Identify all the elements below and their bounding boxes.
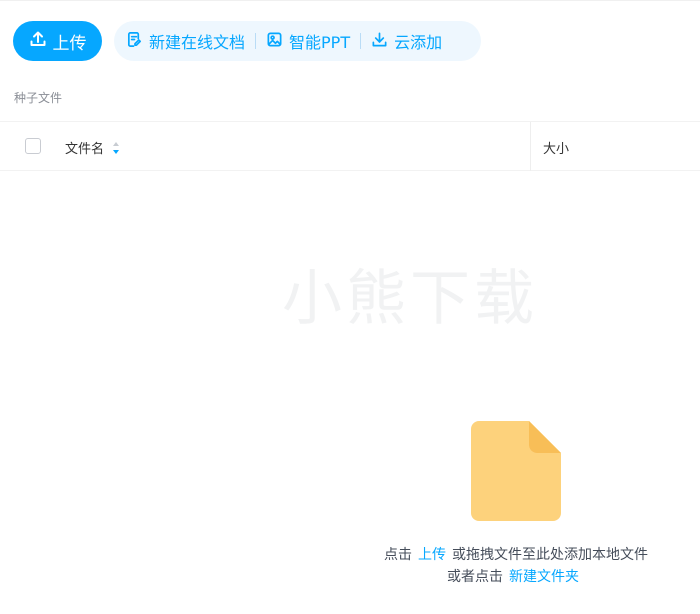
download-icon <box>371 31 388 52</box>
empty-file-icon <box>471 421 561 521</box>
sort-icon[interactable] <box>112 141 120 155</box>
cloud-add-label: 云添加 <box>394 33 443 52</box>
breadcrumb-current: 种子文件 <box>14 91 63 105</box>
new-folder-link[interactable]: 新建文件夹 <box>509 569 579 585</box>
empty-state-line-2: 或者点击 新建文件夹 <box>0 566 700 588</box>
cloud-add-button[interactable]: 云添加 <box>371 29 442 53</box>
upload-icon <box>29 30 47 53</box>
empty-line2-prefix: 或者点击 <box>447 569 503 585</box>
new-online-doc-label: 新建在线文档 <box>149 33 246 52</box>
toolbar-separator <box>255 33 257 49</box>
upload-button[interactable]: 上传 <box>13 21 102 61</box>
toolbar-actions: 新建在线文档 智能PPT 云添加 <box>114 21 481 61</box>
watermark: 小熊下载 <box>282 264 538 334</box>
edit-doc-icon <box>126 31 143 52</box>
column-name-label: 文件名 <box>65 142 105 157</box>
column-header-name[interactable]: 文件名 <box>65 138 120 157</box>
toolbar-separator <box>360 33 362 49</box>
upload-button-label: 上传 <box>52 33 87 54</box>
empty-middle: 或拖拽文件至此处添加本地文件 <box>452 547 648 563</box>
select-all-checkbox[interactable] <box>25 138 41 154</box>
empty-state-line-1: 点击 上传 或拖拽文件至此处添加本地文件 <box>0 544 700 566</box>
empty-state-message: 点击 上传 或拖拽文件至此处添加本地文件 或者点击 新建文件夹 <box>0 544 700 588</box>
file-table-header: 文件名 大小 <box>0 121 700 171</box>
upload-link[interactable]: 上传 <box>418 547 446 563</box>
new-online-doc-button[interactable]: 新建在线文档 <box>126 29 245 53</box>
smart-ppt-button[interactable]: 智能PPT <box>266 29 350 53</box>
column-header-size[interactable]: 大小 <box>543 138 569 157</box>
top-divider <box>0 0 700 1</box>
breadcrumb: 种子文件 <box>14 89 62 106</box>
empty-prefix: 点击 <box>384 547 412 563</box>
smart-ppt-label: 智能PPT <box>289 33 351 52</box>
column-divider[interactable] <box>530 122 531 171</box>
ppt-image-icon <box>266 31 283 52</box>
